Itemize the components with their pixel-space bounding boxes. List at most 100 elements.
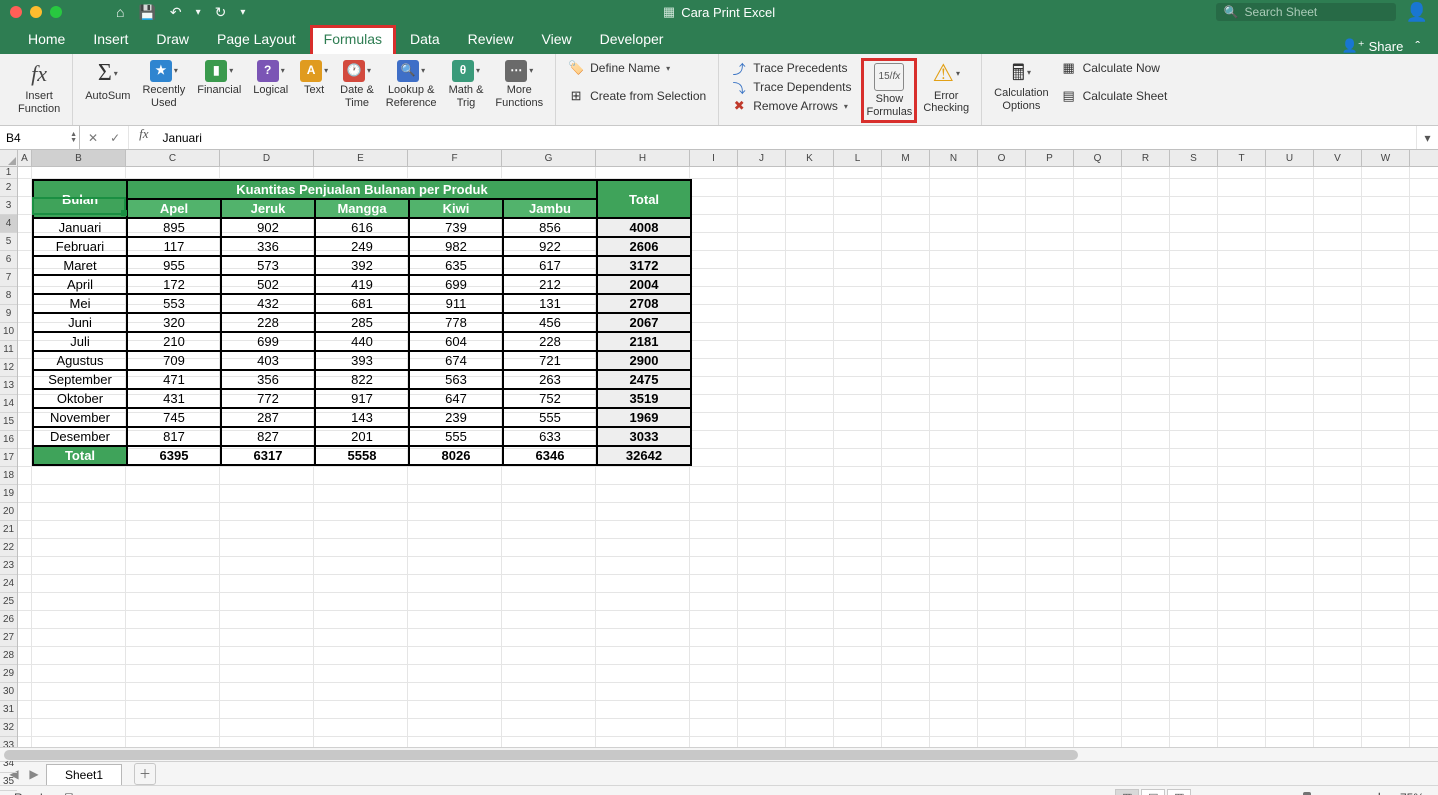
tab-formulas[interactable]: Formulas xyxy=(310,25,396,54)
value-cell[interactable]: 617 xyxy=(503,256,597,275)
insert-function-button[interactable]: fx Insert Function xyxy=(12,58,66,117)
remove-arrows-button[interactable]: ✖ Remove Arrows ▾ xyxy=(731,98,851,114)
close-window-button[interactable] xyxy=(10,6,22,18)
month-cell[interactable]: Januari xyxy=(33,218,127,237)
value-cell[interactable]: 320 xyxy=(127,313,221,332)
value-cell[interactable]: 456 xyxy=(503,313,597,332)
col-header-d[interactable]: D xyxy=(220,150,314,166)
col-header-i[interactable]: I xyxy=(690,150,738,166)
row-header[interactable]: 7 xyxy=(0,269,17,287)
row-total-cell[interactable]: 1969 xyxy=(597,408,691,427)
row-header[interactable]: 3 xyxy=(0,197,17,215)
zoom-window-button[interactable] xyxy=(50,6,62,18)
value-cell[interactable]: 647 xyxy=(409,389,503,408)
col-header-w[interactable]: W xyxy=(1362,150,1410,166)
create-from-selection-button[interactable]: ⊞ Create from Selection xyxy=(568,88,706,104)
row-header[interactable]: 29 xyxy=(0,665,17,683)
value-cell[interactable]: 263 xyxy=(503,370,597,389)
row-header[interactable]: 35 xyxy=(0,773,17,791)
row-total-cell[interactable]: 2004 xyxy=(597,275,691,294)
col-header-b[interactable]: B xyxy=(32,150,126,166)
col-header-t[interactable]: T xyxy=(1218,150,1266,166)
row-header[interactable]: 24 xyxy=(0,575,17,593)
math-trig-button[interactable]: θ▾ Math & Trig xyxy=(443,58,490,111)
value-cell[interactable]: 982 xyxy=(409,237,503,256)
col-header-l[interactable]: L xyxy=(834,150,882,166)
value-cell[interactable]: 778 xyxy=(409,313,503,332)
zoom-slider-knob[interactable] xyxy=(1303,792,1311,795)
col-header-c[interactable]: C xyxy=(126,150,220,166)
totals-label-cell[interactable]: Total xyxy=(33,446,127,465)
value-cell[interactable]: 752 xyxy=(503,389,597,408)
zoom-in-button[interactable]: + xyxy=(1375,789,1384,795)
value-cell[interactable]: 419 xyxy=(315,275,409,294)
value-cell[interactable]: 172 xyxy=(127,275,221,294)
row-header[interactable]: 21 xyxy=(0,521,17,539)
col-header-p[interactable]: P xyxy=(1026,150,1074,166)
tab-draw[interactable]: Draw xyxy=(142,25,203,54)
logical-button[interactable]: ?▾ Logical xyxy=(247,58,294,99)
value-cell[interactable]: 895 xyxy=(127,218,221,237)
row-header[interactable]: 18 xyxy=(0,467,17,485)
lookup-reference-button[interactable]: 🔍▾ Lookup & Reference xyxy=(380,58,443,111)
value-cell[interactable]: 553 xyxy=(127,294,221,313)
value-cell[interactable]: 403 xyxy=(221,351,315,370)
value-cell[interactable]: 143 xyxy=(315,408,409,427)
column-total-cell[interactable]: 5558 xyxy=(315,446,409,465)
tab-developer[interactable]: Developer xyxy=(586,25,678,54)
col-header-f[interactable]: F xyxy=(408,150,502,166)
scrollbar-thumb[interactable] xyxy=(4,750,1078,760)
tab-review[interactable]: Review xyxy=(454,25,528,54)
value-cell[interactable]: 955 xyxy=(127,256,221,275)
col-header-h[interactable]: H xyxy=(596,150,690,166)
row-header[interactable]: 10 xyxy=(0,323,17,341)
row-header[interactable]: 12 xyxy=(0,359,17,377)
value-cell[interactable]: 635 xyxy=(409,256,503,275)
col-header-s[interactable]: S xyxy=(1170,150,1218,166)
value-cell[interactable]: 721 xyxy=(503,351,597,370)
share-button[interactable]: 👤⁺ Share xyxy=(1334,38,1412,54)
value-cell[interactable]: 356 xyxy=(221,370,315,389)
row-total-cell[interactable]: 2900 xyxy=(597,351,691,370)
row-header[interactable]: 6 xyxy=(0,251,17,269)
row-header[interactable]: 9 xyxy=(0,305,17,323)
date-time-button[interactable]: 🕐▾ Date & Time xyxy=(334,58,380,111)
cells-canvas[interactable]: Bulan Kuantitas Penjualan Bulanan per Pr… xyxy=(18,167,1438,747)
row-header[interactable]: 1 xyxy=(0,167,17,179)
value-cell[interactable]: 249 xyxy=(315,237,409,256)
value-cell[interactable]: 902 xyxy=(221,218,315,237)
page-layout-view-button[interactable]: ▤ xyxy=(1141,789,1165,795)
value-cell[interactable]: 699 xyxy=(221,332,315,351)
accept-formula-icon[interactable]: ✓ xyxy=(110,131,120,145)
autosum-button[interactable]: Σ▾ AutoSum xyxy=(79,58,136,104)
value-cell[interactable]: 633 xyxy=(503,427,597,446)
row-header[interactable]: 2 xyxy=(0,179,17,197)
user-icon[interactable]: 👤 xyxy=(1406,2,1428,23)
col-header-m[interactable]: M xyxy=(882,150,930,166)
error-checking-button[interactable]: ⚠▾ Error Checking xyxy=(917,58,975,117)
col-header-n[interactable]: N xyxy=(930,150,978,166)
value-cell[interactable]: 817 xyxy=(127,427,221,446)
month-cell[interactable]: Oktober xyxy=(33,389,127,408)
value-cell[interactable]: 432 xyxy=(221,294,315,313)
more-functions-button[interactable]: ⋯▾ More Functions xyxy=(489,58,549,111)
row-header[interactable]: 15 xyxy=(0,413,17,431)
sheet-nav-next-icon[interactable]: ▶ xyxy=(26,766,42,782)
tab-home[interactable]: Home xyxy=(14,25,79,54)
value-cell[interactable]: 393 xyxy=(315,351,409,370)
macro-record-icon[interactable]: ⧉ xyxy=(65,789,75,795)
row-header[interactable]: 31 xyxy=(0,701,17,719)
value-cell[interactable]: 555 xyxy=(503,408,597,427)
value-cell[interactable]: 822 xyxy=(315,370,409,389)
row-total-cell[interactable]: 2708 xyxy=(597,294,691,313)
month-cell[interactable]: November xyxy=(33,408,127,427)
select-all-button[interactable] xyxy=(0,150,18,166)
value-cell[interactable]: 471 xyxy=(127,370,221,389)
text-button[interactable]: A▾ Text xyxy=(294,58,334,99)
col-header-q[interactable]: Q xyxy=(1074,150,1122,166)
month-cell[interactable]: Februari xyxy=(33,237,127,256)
tab-data[interactable]: Data xyxy=(396,25,454,54)
value-cell[interactable]: 827 xyxy=(221,427,315,446)
value-cell[interactable]: 709 xyxy=(127,351,221,370)
col-header-r[interactable]: R xyxy=(1122,150,1170,166)
